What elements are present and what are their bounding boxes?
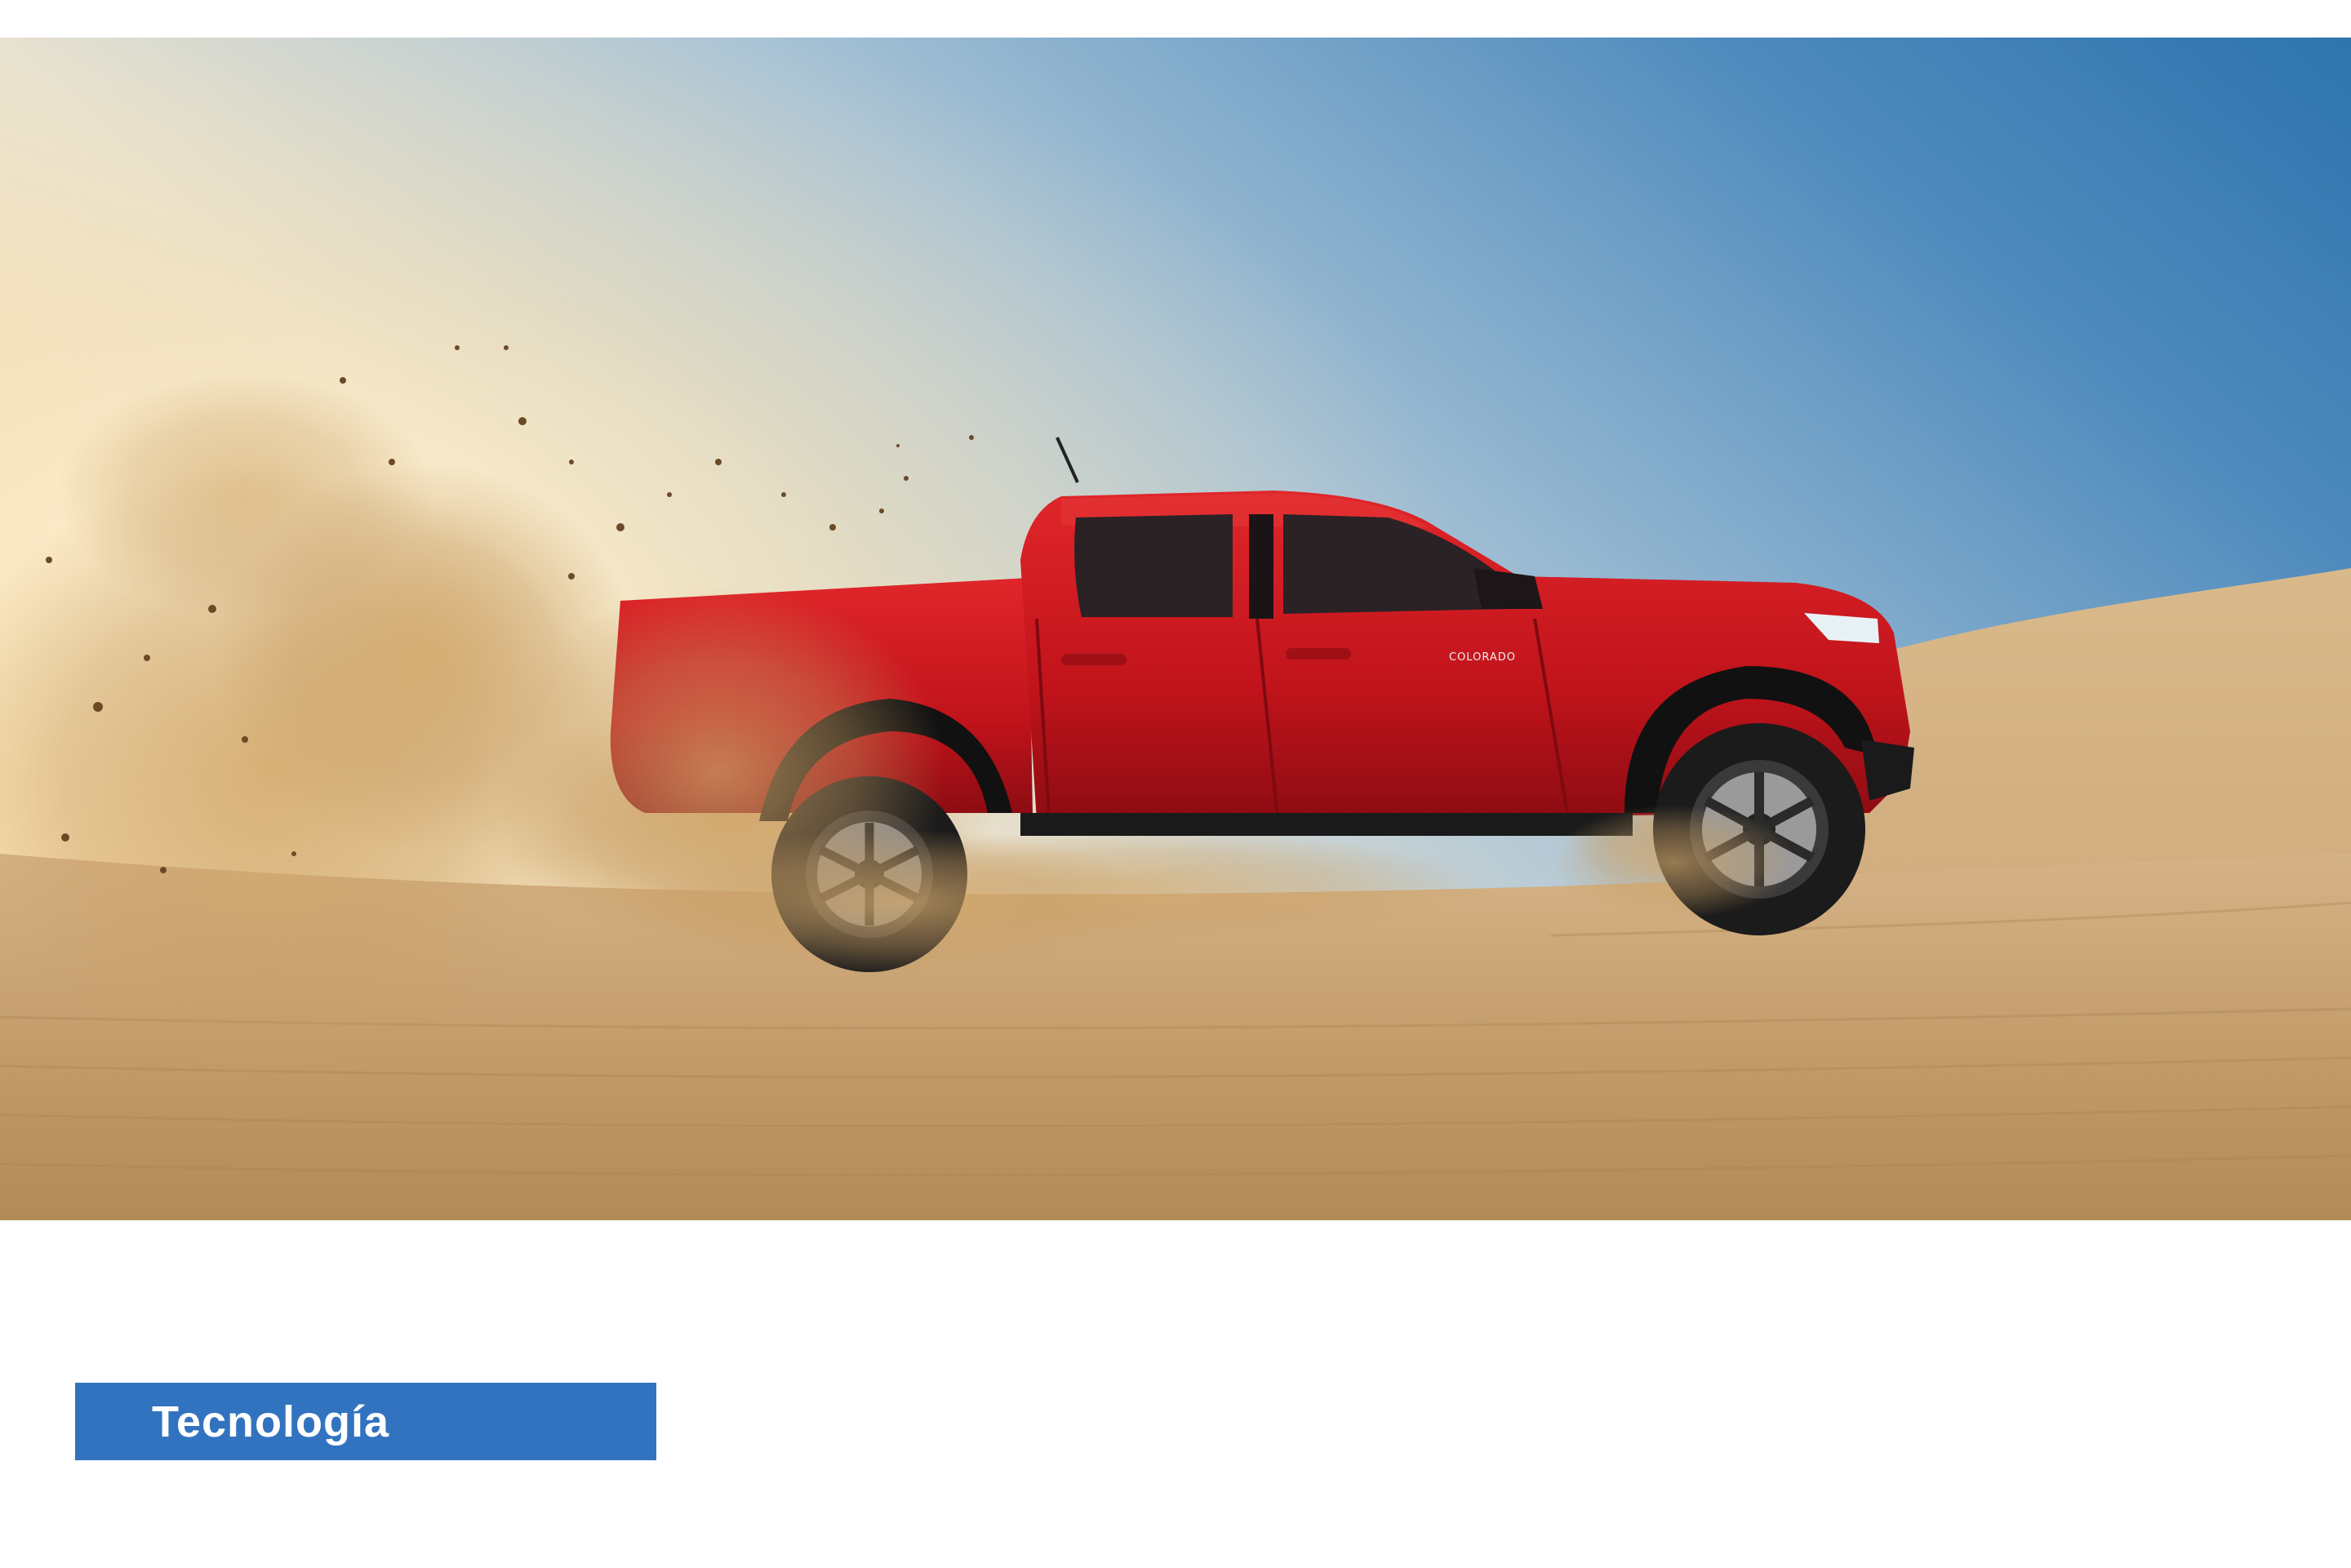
section-tag-label: Tecnología <box>152 1397 390 1446</box>
section-tag-tecnologia: Tecnología <box>75 1383 656 1460</box>
hero-image: COLORADO <box>0 38 2351 1220</box>
vehicle-badge: COLORADO <box>1449 651 1516 664</box>
